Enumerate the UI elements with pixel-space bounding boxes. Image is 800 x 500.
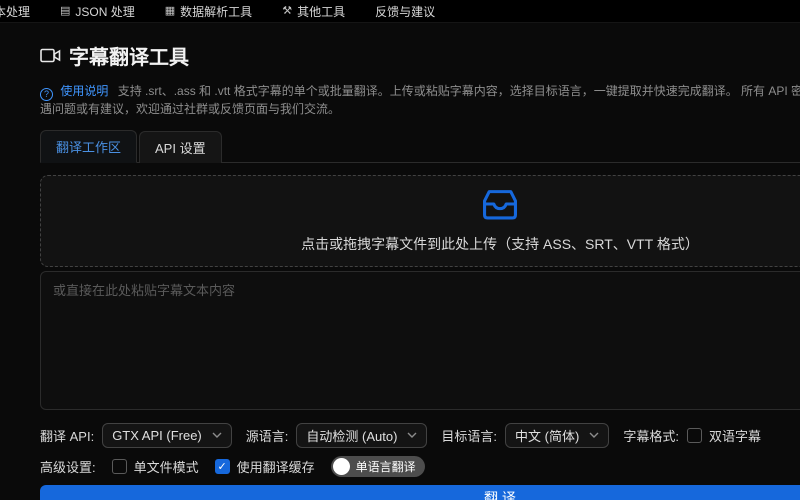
nav-item-label: 反馈与建议	[375, 4, 436, 19]
instructions-line-1: ? 使用说明 支持 .srt、.ass 和 .vtt 格式字幕的单个或批量翻译。…	[40, 83, 800, 101]
inbox-icon	[481, 187, 519, 226]
nav-item-data-parse[interactable]: ▦ 数据解析工具	[165, 3, 252, 20]
single-file-mode-option[interactable]: 单文件模式	[111, 457, 199, 476]
target-lang-label: 目标语言:	[441, 428, 498, 444]
subtitle-format-group: 字幕格式: 双语字幕	[623, 426, 761, 445]
settings-row-advanced: 高级设置: 单文件模式 ✓ 使用翻译缓存 单语言翻译	[40, 455, 800, 477]
nav-item-other-tools[interactable]: ⚒ 其他工具	[282, 3, 345, 20]
video-camera-icon	[40, 47, 61, 64]
tab-api-settings[interactable]: API 设置	[139, 130, 222, 163]
translation-cache-checkbox[interactable]: ✓	[214, 458, 230, 474]
usage-instructions: ? 使用说明 支持 .srt、.ass 和 .vtt 格式字幕的单个或批量翻译。…	[40, 83, 800, 117]
chevron-down-icon	[407, 432, 417, 438]
file-dropzone[interactable]: 点击或拖拽字幕文件到此处上传（支持 ASS、SRT、VTT 格式）	[40, 174, 800, 267]
chevron-down-icon	[212, 432, 222, 438]
list-icon: ▤	[60, 4, 71, 17]
target-lang-group: 目标语言: 中文 (简体)	[441, 422, 610, 448]
switch-knob	[332, 457, 350, 475]
wrench-icon: ⚒	[282, 4, 293, 17]
mono-language-switch[interactable]: 单语言翻译	[330, 455, 425, 477]
nav-item-json[interactable]: ▤ JSON 处理	[60, 3, 135, 20]
instructions-text-1: 支持 .srt、.ass 和 .vtt 格式字幕的单个或批量翻译。上传或粘贴字幕…	[117, 84, 800, 98]
nav-item-text-processing[interactable]: 本处理	[0, 3, 30, 20]
api-select-value: GTX API (Free)	[112, 427, 202, 443]
nav-item-feedback[interactable]: 反馈与建议	[375, 3, 435, 20]
bilingual-checkbox[interactable]	[686, 427, 702, 443]
translate-button[interactable]: 翻 译	[40, 484, 800, 500]
help-circle-icon: ?	[40, 87, 53, 101]
usage-guide-link[interactable]: 使用说明	[60, 84, 108, 98]
mono-language-switch-label: 单语言翻译	[355, 459, 416, 474]
source-lang-group: 源语言: 自动检测 (Auto)	[245, 422, 428, 448]
bilingual-checkbox-label: 双语字幕	[708, 428, 761, 444]
tab-bar: 翻译工作区 API 设置	[40, 129, 800, 163]
main-content: 字幕翻译工具 ? 使用说明 支持 .srt、.ass 和 .vtt 格式字幕的单…	[40, 41, 800, 500]
target-lang-value: 中文 (简体)	[515, 428, 580, 444]
source-lang-label: 源语言:	[245, 428, 289, 444]
nav-item-label: JSON 处理	[75, 4, 135, 19]
api-select-label: 翻译 API:	[40, 428, 95, 444]
page-title-text: 字幕翻译工具	[69, 47, 189, 69]
nav-item-label: 数据解析工具	[180, 4, 253, 19]
frame-icon: ▦	[164, 4, 176, 17]
source-lang-select[interactable]: 自动检测 (Auto)	[296, 422, 428, 448]
chevron-down-icon	[589, 432, 599, 438]
tab-translate-workspace[interactable]: 翻译工作区	[40, 129, 138, 163]
subtitle-format-label: 字幕格式:	[623, 428, 679, 444]
bilingual-subtitle-option[interactable]: 双语字幕	[686, 426, 761, 445]
single-file-checkbox[interactable]	[111, 458, 127, 474]
settings-row-primary: 翻译 API: GTX API (Free) 源语言: 自动检测 (Auto) …	[40, 422, 800, 448]
api-select-group: 翻译 API: GTX API (Free)	[40, 422, 232, 448]
api-select[interactable]: GTX API (Free)	[102, 422, 232, 448]
subtitle-paste-input[interactable]	[40, 270, 800, 410]
instructions-text-2: 遇问题或有建议，欢迎通过社群或反馈页面与我们交流。	[40, 101, 341, 116]
source-lang-value: 自动检测 (Auto)	[306, 428, 398, 444]
nav-item-label: 其他工具	[297, 4, 346, 19]
dropzone-hint-text: 点击或拖拽字幕文件到此处上传（支持 ASS、SRT、VTT 格式）	[301, 236, 699, 252]
target-lang-select[interactable]: 中文 (简体)	[505, 422, 610, 448]
single-file-checkbox-label: 单文件模式	[133, 459, 199, 475]
translation-cache-option[interactable]: ✓ 使用翻译缓存	[214, 457, 315, 476]
instructions-line-2: 遇问题或有建议，欢迎通过社群或反馈页面与我们交流。	[40, 101, 800, 117]
advanced-settings-label: 高级设置:	[40, 459, 96, 475]
top-navigation: 本处理 ▤ JSON 处理 ▦ 数据解析工具 ⚒ 其他工具 反馈与建议	[0, 0, 800, 23]
translation-cache-checkbox-label: 使用翻译缓存	[236, 459, 315, 475]
page-title: 字幕翻译工具	[40, 41, 800, 70]
nav-item-label: 本处理	[0, 4, 31, 19]
